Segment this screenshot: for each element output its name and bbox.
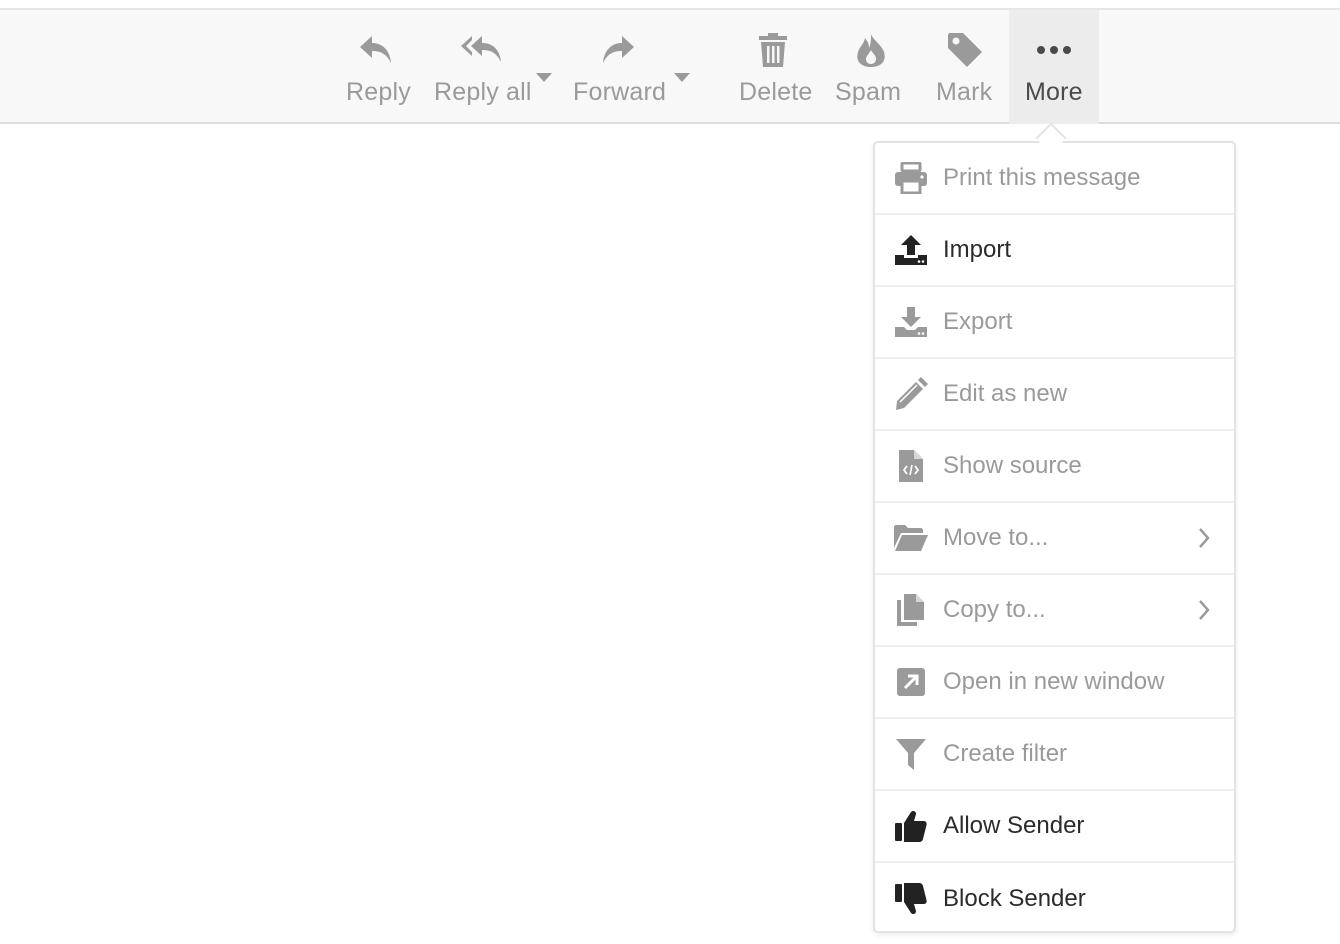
menu-item-show-source-label: Show source [943, 452, 1082, 479]
forward-button[interactable]: Forward [566, 10, 672, 124]
code-file-icon [893, 448, 929, 484]
spam-button[interactable]: Spam [828, 10, 914, 124]
menu-item-move-to[interactable]: Move to... [875, 503, 1234, 575]
pencil-icon [893, 376, 929, 412]
menu-item-block-sender-label: Block Sender [943, 885, 1086, 912]
menu-item-copy-to-label: Copy to... [943, 596, 1046, 623]
ellipsis-icon [1036, 30, 1072, 70]
copy-icon [893, 592, 929, 628]
trash-icon [757, 30, 789, 70]
menu-item-allow-sender[interactable]: Allow Sender [875, 791, 1234, 863]
menu-item-block-sender[interactable]: Block Sender [875, 863, 1234, 935]
upload-icon [893, 232, 929, 268]
menu-item-allow-sender-label: Allow Sender [943, 812, 1085, 839]
download-icon [893, 304, 929, 340]
reply-button[interactable]: Reply [338, 10, 414, 124]
menu-item-open-new-window[interactable]: Open in new window [875, 647, 1234, 719]
funnel-icon [893, 736, 929, 772]
printer-icon [893, 160, 929, 196]
menu-item-move-to-label: Move to... [943, 524, 1049, 551]
reply-all-button[interactable]: Reply all [428, 10, 534, 124]
reply-all-dropdown-caret[interactable] [536, 73, 552, 82]
chevron-right-icon [1196, 598, 1212, 622]
folder-open-icon [893, 520, 929, 556]
fire-icon [854, 30, 888, 70]
chevron-right-icon [1196, 526, 1212, 550]
menu-item-export-label: Export [943, 308, 1013, 335]
more-label: More [1025, 78, 1083, 106]
menu-item-create-filter-label: Create filter [943, 740, 1068, 767]
reply-label: Reply [346, 78, 411, 106]
menu-item-print[interactable]: Print this message [875, 143, 1234, 215]
reply-icon [358, 30, 394, 70]
reply-all-label: Reply all [434, 78, 532, 106]
menu-item-print-label: Print this message [943, 164, 1141, 191]
menu-item-open-new-window-label: Open in new window [943, 668, 1165, 695]
more-menu: Print this message Import Export Edit as… [873, 141, 1236, 933]
menu-item-import-label: Import [943, 236, 1012, 263]
menu-item-create-filter[interactable]: Create filter [875, 719, 1234, 791]
more-button[interactable]: More [1009, 10, 1099, 124]
menu-item-edit-as-new-label: Edit as new [943, 380, 1068, 407]
forward-label: Forward [573, 78, 667, 106]
message-toolbar: Reply Reply all Forward Delete Spam Mark… [0, 8, 1340, 124]
thumbs-up-icon [893, 808, 929, 844]
menu-item-export[interactable]: Export [875, 287, 1234, 359]
thumbs-down-icon [893, 881, 929, 917]
delete-label: Delete [739, 78, 813, 106]
menu-item-edit-as-new[interactable]: Edit as new [875, 359, 1234, 431]
forward-dropdown-caret[interactable] [674, 73, 690, 82]
mark-button[interactable]: Mark [926, 10, 1004, 124]
external-link-icon [893, 664, 929, 700]
menu-item-import[interactable]: Import [875, 215, 1234, 287]
tag-icon [946, 30, 984, 70]
menu-item-show-source[interactable]: Show source [875, 431, 1234, 503]
reply-all-icon [460, 30, 504, 70]
spam-label: Spam [835, 78, 902, 106]
forward-icon [600, 30, 636, 70]
delete-button[interactable]: Delete [732, 10, 816, 124]
mark-label: Mark [936, 78, 993, 106]
menu-item-copy-to[interactable]: Copy to... [875, 575, 1234, 647]
